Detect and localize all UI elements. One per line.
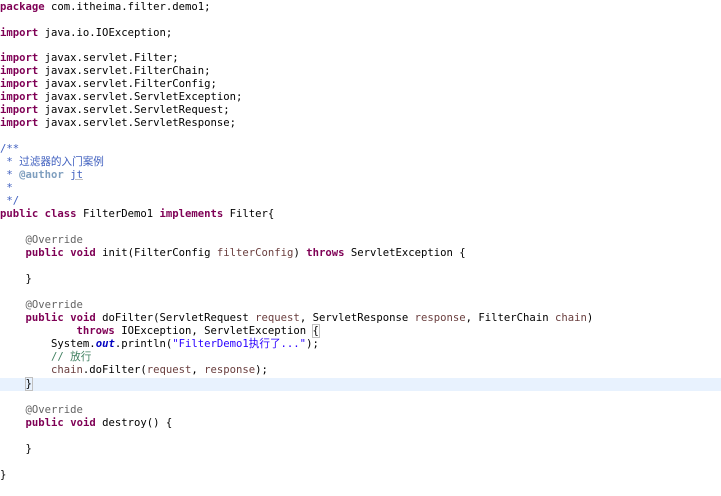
code-line[interactable]: public void destroy() { [0, 417, 721, 430]
interface-name: Filter{ [223, 208, 275, 220]
javadoc-text: * [0, 182, 13, 194]
keyword: package [0, 1, 45, 13]
exception-type: ServletException { [344, 247, 466, 259]
keyword: import [0, 104, 39, 116]
current-line[interactable]: } [0, 377, 721, 391]
javadoc-open: /** [0, 143, 20, 155]
code-line[interactable]: public class FilterDemo1 implements Filt… [0, 208, 721, 221]
line-comment: // 放行 [51, 351, 92, 363]
method-call: .println( [114, 338, 173, 350]
code-line[interactable]: } [0, 273, 721, 286]
keyword: void [70, 417, 96, 429]
statement-end: ); [306, 338, 319, 350]
parameter: request [255, 312, 300, 324]
keyword: throws [306, 247, 345, 259]
code-line[interactable]: * 过滤器的入门案例 [0, 156, 721, 169]
method-signature: init(FilterConfig [95, 247, 217, 259]
code-line[interactable]: * [0, 182, 721, 195]
import-path: javax.servlet.ServletException; [38, 91, 243, 103]
import-path: javax.servlet.ServletRequest; [38, 104, 230, 116]
code-line[interactable]: import javax.servlet.ServletResponse; [0, 117, 721, 130]
code-line[interactable]: */ [0, 195, 721, 208]
method-call: .doFilter( [82, 364, 147, 376]
comma: , [191, 364, 205, 376]
keyword: throws [76, 325, 115, 337]
import-path: javax.servlet.Filter; [38, 52, 179, 64]
keyword: import [0, 117, 39, 129]
import-path: javax.servlet.ServletResponse; [38, 117, 236, 129]
parameter: chain [51, 364, 83, 376]
param-type: , ServletResponse [299, 312, 415, 324]
class-close-brace: } [0, 469, 7, 481]
parameter: chain [554, 312, 587, 324]
import-path: javax.servlet.FilterChain; [38, 65, 211, 77]
code-line[interactable]: @Override [0, 404, 721, 417]
javadoc-text: * [0, 169, 20, 181]
code-line[interactable]: @Override [0, 299, 721, 312]
code-line[interactable]: @Override [0, 234, 721, 247]
class-name: FilterDemo1 [76, 208, 160, 220]
code-line[interactable]: } [0, 443, 721, 456]
code-line[interactable]: System.out.println("FilterDemo1执行了..."); [0, 338, 721, 351]
static-field: out [95, 338, 115, 350]
close-brace: } [24, 377, 33, 391]
code-line[interactable]: chain.doFilter(request, response); [0, 364, 721, 377]
keyword: import [0, 65, 39, 77]
parameter: filterConfig [216, 247, 294, 259]
keyword: public [25, 417, 64, 429]
code-line[interactable]: throws IOException, ServletException { [0, 324, 721, 338]
keyword: implements [159, 208, 224, 220]
keyword: public [25, 247, 64, 259]
keyword: void [70, 247, 96, 259]
code-editor[interactable]: package com.itheima.filter.demo1; import… [0, 0, 721, 496]
javadoc-author-name: jt [70, 169, 83, 181]
javadoc-text: * 过滤器的入门案例 [0, 156, 104, 168]
code-line[interactable]: /** [0, 143, 721, 156]
code-line[interactable]: // 放行 [0, 351, 721, 364]
string-literal: "FilterDemo1执行了..." [172, 338, 307, 350]
code-line[interactable]: import javax.servlet.ServletRequest; [0, 104, 721, 117]
parameter: request [146, 364, 192, 376]
method-signature: destroy() { [95, 417, 173, 429]
code-line[interactable]: } [0, 469, 721, 482]
parameter: response [204, 364, 256, 376]
param-type: , FilterChain [465, 312, 555, 324]
keyword: import [0, 91, 39, 103]
package-name: com.itheima.filter.demo1; [44, 1, 211, 13]
method-signature: doFilter(ServletRequest [95, 312, 256, 324]
code-line[interactable]: import javax.servlet.ServletException; [0, 91, 721, 104]
keyword: void [70, 312, 96, 324]
import-path: java.io.IOException; [38, 27, 173, 39]
code-line[interactable]: package com.itheima.filter.demo1; [0, 1, 721, 14]
matching-bracket: { [311, 324, 321, 338]
code-line[interactable]: import java.io.IOException; [0, 27, 721, 40]
javadoc-author-tag: @author [19, 169, 64, 181]
import-path: javax.servlet.FilterConfig; [38, 78, 217, 90]
keyword: import [0, 78, 39, 90]
javadoc-close: */ [0, 195, 20, 207]
annotation: @Override [25, 299, 83, 311]
paren: ) [586, 312, 594, 324]
parameter: response [414, 312, 466, 324]
close-brace: } [25, 273, 32, 285]
annotation: @Override [25, 404, 83, 416]
statement-end: ); [255, 364, 268, 376]
keyword: import [0, 27, 39, 39]
code-line[interactable]: * @author jt [0, 169, 721, 182]
paren: ) [293, 247, 307, 259]
code-line[interactable]: import javax.servlet.FilterConfig; [0, 78, 721, 91]
code-line[interactable]: public void doFilter(ServletRequest requ… [0, 312, 721, 325]
annotation: @Override [25, 234, 83, 246]
keyword: public [0, 208, 39, 220]
code-line[interactable]: import javax.servlet.Filter; [0, 52, 721, 65]
code-line[interactable]: public void init(FilterConfig filterConf… [0, 247, 721, 260]
exception-types: IOException, ServletException [114, 325, 313, 337]
close-brace: } [25, 443, 32, 455]
system-class: System. [51, 338, 96, 350]
keyword: import [0, 52, 39, 64]
keyword: class [44, 208, 77, 220]
code-line[interactable]: import javax.servlet.FilterChain; [0, 65, 721, 78]
keyword: public [25, 312, 64, 324]
